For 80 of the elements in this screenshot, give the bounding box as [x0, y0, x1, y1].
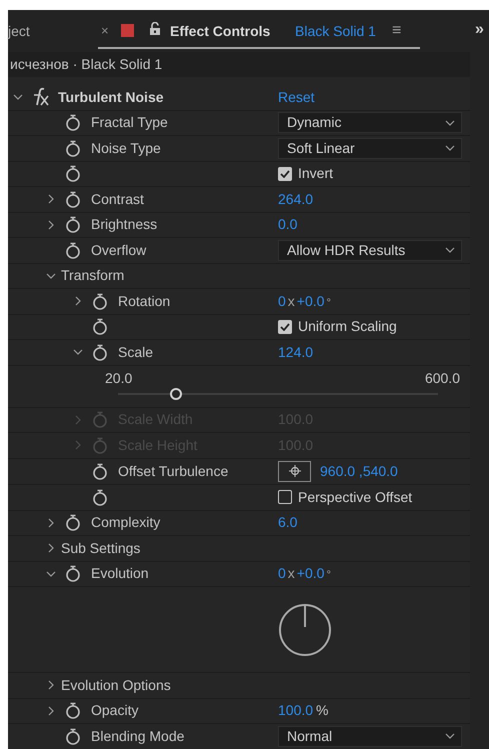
- property-label: Blending Mode: [91, 726, 184, 746]
- property-value[interactable]: 0.0: [278, 214, 298, 236]
- property-label: Scale: [118, 342, 154, 362]
- property-value[interactable]: 124.0: [278, 342, 314, 363]
- property-label: Contrast: [91, 190, 144, 209]
- caret-icon: [445, 145, 455, 152]
- multiplier-sign: x: [288, 292, 295, 311]
- stopwatch-icon[interactable]: [92, 292, 108, 310]
- group-label[interactable]: Transform: [61, 265, 124, 286]
- checkbox-label[interactable]: Uniform Scaling: [298, 316, 397, 338]
- checkbox-label[interactable]: Perspective Offset: [298, 486, 412, 508]
- breadcrumb: исчезнов · Black Solid 1: [10, 55, 162, 74]
- property-label: Offset Turbulence: [118, 462, 228, 481]
- unit-label: %: [316, 701, 328, 720]
- property-value[interactable]: 264.0: [278, 188, 314, 210]
- stopwatch-icon[interactable]: [92, 344, 108, 361]
- group-label[interactable]: Evolution Options: [61, 674, 171, 696]
- multiplier-sign: x: [288, 564, 295, 584]
- property-label: Noise Type: [91, 138, 161, 158]
- stopwatch-icon[interactable]: [92, 462, 108, 480]
- stopwatch-icon[interactable]: [65, 565, 81, 582]
- stopwatch-icon[interactable]: [65, 114, 81, 132]
- stopwatch-icon[interactable]: [65, 242, 81, 259]
- stopwatch-icon[interactable]: [65, 728, 81, 745]
- property-label: Brightness: [91, 215, 158, 234]
- property-label: Opacity: [91, 701, 138, 720]
- panel-tab[interactable]: ject: [8, 21, 30, 42]
- dropdown-value: Soft Linear: [287, 138, 355, 158]
- property-label: Evolution: [91, 564, 149, 584]
- property-label: Overflow: [91, 240, 146, 260]
- checkbox-label[interactable]: Invert: [298, 163, 334, 184]
- revolutions-value[interactable]: 0: [278, 563, 286, 584]
- caret-icon: [445, 733, 455, 740]
- stopwatch-icon[interactable]: [65, 514, 81, 532]
- dropdown[interactable]: Soft Linear: [278, 138, 462, 159]
- stopwatch-icon[interactable]: [65, 190, 81, 208]
- stopwatch-icon[interactable]: [92, 488, 108, 506]
- stopwatch-icon[interactable]: [65, 216, 81, 234]
- menu-icon[interactable]: ≡: [392, 19, 402, 43]
- degrees-value[interactable]: +0.0: [296, 563, 324, 584]
- degrees-value[interactable]: +0.0: [296, 290, 324, 312]
- revolutions-value[interactable]: 0: [278, 290, 286, 312]
- unit-label: °: [326, 568, 331, 584]
- angle-dial[interactable]: [278, 602, 332, 656]
- layer-name[interactable]: Black Solid 1: [295, 21, 376, 42]
- checkbox[interactable]: [278, 320, 292, 334]
- effect-name[interactable]: Turbulent Noise: [58, 86, 164, 108]
- label-color-swatch[interactable]: [121, 24, 134, 37]
- checkbox[interactable]: [278, 490, 292, 504]
- property-label: Fractal Type: [91, 113, 168, 132]
- dropdown[interactable]: Normal: [278, 726, 462, 747]
- caret-icon: [445, 247, 455, 254]
- slider-min-label: 20.0: [105, 368, 132, 388]
- dropdown[interactable]: Dynamic: [278, 112, 462, 134]
- property-value[interactable]: 960.0 ,540.0: [320, 460, 398, 482]
- stopwatch-icon[interactable]: [65, 702, 81, 720]
- property-value[interactable]: 100.0: [278, 700, 314, 722]
- stopwatch-icon[interactable]: [65, 165, 81, 182]
- lock-icon[interactable]: [149, 22, 161, 36]
- dropdown-value: Allow HDR Results: [287, 240, 406, 260]
- close-button[interactable]: ×: [101, 21, 109, 40]
- crosshair-button[interactable]: [278, 460, 311, 482]
- slider-max-label: 600.0: [424, 368, 460, 388]
- property-value[interactable]: 6.0: [278, 512, 298, 534]
- panel-title[interactable]: Effect Controls: [170, 21, 270, 42]
- crosshair-icon: [288, 465, 300, 478]
- reset-link[interactable]: Reset: [278, 86, 315, 108]
- overflow-button[interactable]: »: [475, 18, 484, 42]
- dropdown-value: Dynamic: [287, 113, 342, 132]
- unit-label: °: [326, 296, 331, 311]
- group-label[interactable]: Sub Settings: [61, 538, 140, 559]
- checkbox[interactable]: [278, 166, 292, 181]
- stopwatch-icon[interactable]: [65, 140, 81, 157]
- stopwatch-icon[interactable]: [92, 318, 108, 336]
- slider-thumb[interactable]: [170, 388, 182, 400]
- property-label: Complexity: [91, 513, 160, 532]
- dropdown-value: Normal: [287, 726, 332, 746]
- property-label: Rotation: [118, 292, 170, 311]
- dropdown[interactable]: Allow HDR Results: [278, 240, 462, 261]
- caret-icon: [445, 120, 455, 126]
